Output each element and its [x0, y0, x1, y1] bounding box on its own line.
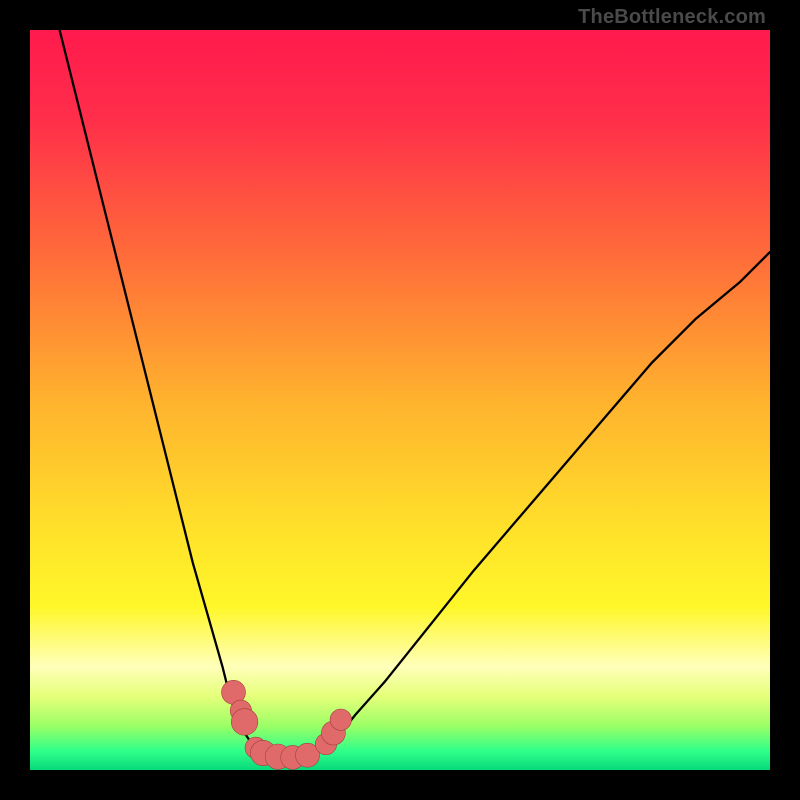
series-right_branch [311, 252, 770, 755]
data-marker [231, 709, 258, 736]
chart-curves [30, 30, 770, 770]
series-left_branch [60, 30, 267, 755]
data-marker [330, 709, 351, 730]
plot-area [30, 30, 770, 770]
outer-frame: TheBottleneck.com [0, 0, 800, 800]
watermark-text: TheBottleneck.com [578, 6, 766, 29]
